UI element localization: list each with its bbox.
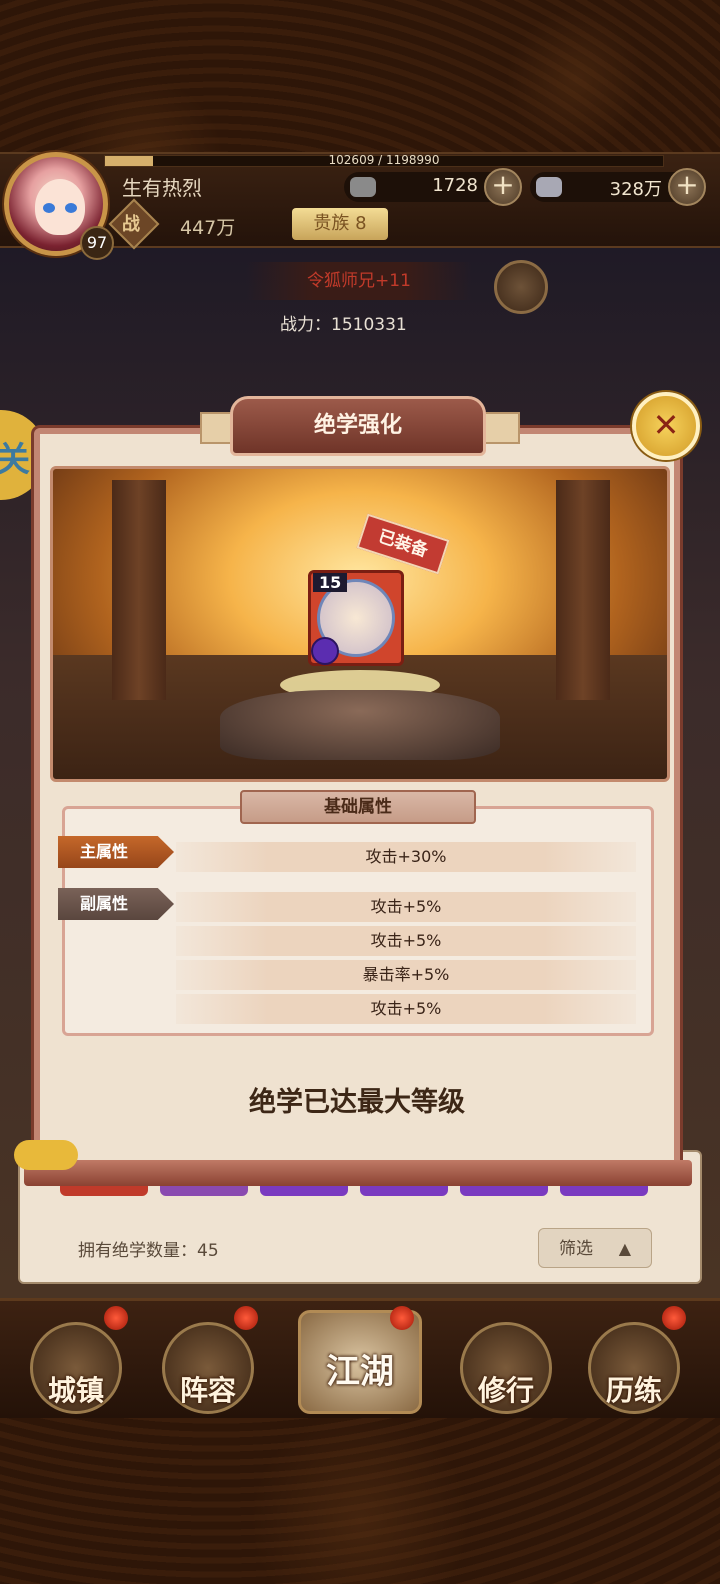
- silver-resource: 328万 +: [530, 168, 706, 206]
- player-power-value: 447万: [180, 217, 236, 239]
- owned-skill-count: 拥有绝学数量：45: [78, 1241, 219, 1261]
- skill-level: 15: [313, 573, 348, 592]
- avatar-face: [35, 179, 85, 235]
- skill-tab[interactable]: [560, 1186, 648, 1196]
- skill-card[interactable]: 15: [308, 570, 404, 666]
- player-level-badge: 97: [80, 226, 114, 260]
- nav-town[interactable]: 城镇: [30, 1322, 122, 1414]
- add-silver-button[interactable]: +: [668, 168, 706, 206]
- power-label: 战: [122, 214, 140, 235]
- cloud-decoration: [14, 1140, 78, 1170]
- silver-value: 328万: [609, 179, 662, 200]
- main-attribute-tag: 主属性: [58, 836, 174, 868]
- skill-tab[interactable]: [260, 1186, 348, 1196]
- filter-arrow-icon: ▲: [618, 1239, 631, 1258]
- attribute-section-title: 基础属性: [240, 790, 476, 824]
- nav-lineup-label: 阵容: [179, 1374, 236, 1407]
- sub-attribute-value: 暴击率+5%: [176, 960, 636, 990]
- skill-tabs-strip: [60, 1186, 660, 1198]
- opponent-name[interactable]: 令狐师兄+11: [246, 262, 472, 300]
- notification-dot: [662, 1306, 686, 1330]
- max-level-text: 绝学已达最大等级: [249, 1087, 465, 1118]
- skill-tab[interactable]: [160, 1186, 248, 1196]
- gold-resource: 1728 +: [344, 168, 522, 206]
- gold-ingot-icon: [350, 177, 376, 197]
- sub-attribute-value: 攻击+5%: [176, 994, 636, 1024]
- skill-tab[interactable]: [460, 1186, 548, 1196]
- moon-icon: [311, 637, 339, 665]
- stage-pedestal: [220, 690, 500, 760]
- noble-badge[interactable]: 贵族 8: [292, 208, 388, 240]
- modal-bottom-trim: [24, 1160, 692, 1186]
- main-attribute-value: 攻击+30%: [176, 842, 636, 872]
- silver-ingot-icon: [536, 177, 562, 197]
- notification-dot: [234, 1306, 258, 1330]
- nav-practice[interactable]: 修行: [460, 1322, 552, 1414]
- close-button[interactable]: ✕: [632, 392, 700, 460]
- nav-lineup[interactable]: 阵容: [162, 1322, 254, 1414]
- stage-pillar: [556, 480, 610, 700]
- opponent-power: 战力：1510331: [280, 315, 407, 335]
- avatar-eye: [65, 203, 77, 213]
- add-gold-button[interactable]: +: [484, 168, 522, 206]
- sub-attribute-tag: 副属性: [58, 888, 174, 920]
- nav-town-label: 城镇: [47, 1374, 104, 1407]
- nav-jianghu-label: 江湖: [326, 1352, 394, 1392]
- notification-dot: [390, 1306, 414, 1330]
- nav-practice-label: 修行: [477, 1374, 534, 1407]
- nav-trial[interactable]: 历练: [588, 1322, 680, 1414]
- skill-tab[interactable]: [360, 1186, 448, 1196]
- avatar-eye: [43, 203, 55, 213]
- sub-attribute-value: 攻击+5%: [176, 892, 636, 922]
- filter-button[interactable]: 筛选 ▲: [538, 1228, 652, 1268]
- nav-trial-label: 历练: [605, 1374, 662, 1407]
- stage-pillar: [112, 480, 166, 700]
- modal-title: 绝学强化: [230, 396, 486, 456]
- notification-dot: [104, 1306, 128, 1330]
- skill-tab[interactable]: [60, 1186, 148, 1196]
- exp-text: 102609 / 1198990: [328, 153, 440, 167]
- sub-attribute-value: 攻击+5%: [176, 926, 636, 956]
- player-name: 生有热烈: [122, 176, 202, 200]
- gold-value: 1728: [432, 175, 478, 196]
- filter-label: 筛选: [559, 1239, 593, 1259]
- sound-toggle-button[interactable]: [494, 260, 548, 314]
